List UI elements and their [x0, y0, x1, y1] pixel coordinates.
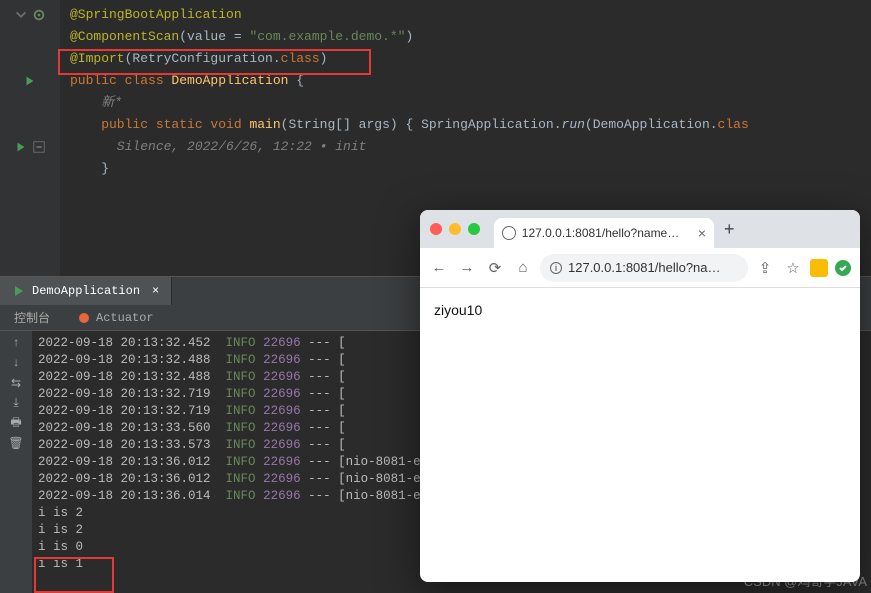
minimize-window-icon[interactable]: [449, 223, 461, 235]
extension-icon-1[interactable]: [810, 259, 828, 277]
editor-gutter: [0, 0, 60, 276]
run-class-icon[interactable]: [23, 74, 37, 88]
extension-icon-2[interactable]: [834, 259, 852, 277]
gear-icon[interactable]: [32, 8, 46, 22]
forward-icon[interactable]: →: [456, 257, 478, 279]
down-arrow-icon[interactable]: ↓: [8, 355, 24, 371]
subtab-console[interactable]: 控制台: [0, 305, 64, 330]
scroll-icon[interactable]: ⤓: [8, 395, 24, 411]
browser-tab[interactable]: 127.0.0.1:8081/hello?name=ziy ×: [494, 218, 714, 248]
soft-wrap-icon[interactable]: ⇆: [8, 375, 24, 391]
info-icon[interactable]: i: [550, 262, 562, 274]
reload-icon[interactable]: ⟳: [484, 257, 506, 279]
subtab-actuator[interactable]: Actuator: [64, 305, 168, 330]
run-tab-demoapplication[interactable]: DemoApplication ×: [0, 277, 172, 305]
watermark: CSDN @鸡哥学JAVA: [744, 571, 867, 590]
globe-icon: [502, 226, 516, 240]
close-tab-icon[interactable]: ×: [698, 225, 706, 241]
highlight-box-console: [34, 557, 114, 593]
address-bar[interactable]: i 127.0.0.1:8081/hello?na…: [540, 254, 748, 282]
home-icon[interactable]: ⌂: [512, 257, 534, 279]
close-icon[interactable]: ×: [152, 284, 159, 298]
collapse-icon[interactable]: [14, 8, 28, 22]
console-toolbar: ↑ ↓ ⇆ ⤓ 🖶 🗑: [0, 331, 32, 593]
back-icon[interactable]: ←: [428, 257, 450, 279]
browser-toolbar: ← → ⟳ ⌂ i 127.0.0.1:8081/hello?na… ⇪ ☆: [420, 248, 860, 288]
run-method-icon[interactable]: [14, 140, 28, 154]
up-arrow-icon[interactable]: ↑: [8, 335, 24, 351]
browser-window: 127.0.0.1:8081/hello?name=ziy × + ← → ⟳ …: [420, 210, 860, 582]
tab-title: 127.0.0.1:8081/hello?name=ziy: [522, 226, 686, 240]
close-window-icon[interactable]: [430, 223, 442, 235]
star-icon[interactable]: ☆: [782, 257, 804, 279]
url-text: 127.0.0.1:8081/hello?na…: [568, 260, 721, 275]
browser-tabbar: 127.0.0.1:8081/hello?name=ziy × +: [420, 210, 860, 248]
run-icon: [12, 284, 26, 298]
page-content: ziyou10: [420, 288, 860, 332]
maximize-window-icon[interactable]: [468, 223, 480, 235]
highlight-box-import: [58, 49, 371, 75]
print-icon[interactable]: 🖶: [8, 415, 24, 431]
share-icon[interactable]: ⇪: [754, 257, 776, 279]
collapse-icon[interactable]: [32, 140, 46, 154]
trash-icon[interactable]: 🗑: [8, 435, 24, 451]
new-tab-icon[interactable]: +: [724, 219, 735, 240]
actuator-icon: [78, 312, 90, 324]
